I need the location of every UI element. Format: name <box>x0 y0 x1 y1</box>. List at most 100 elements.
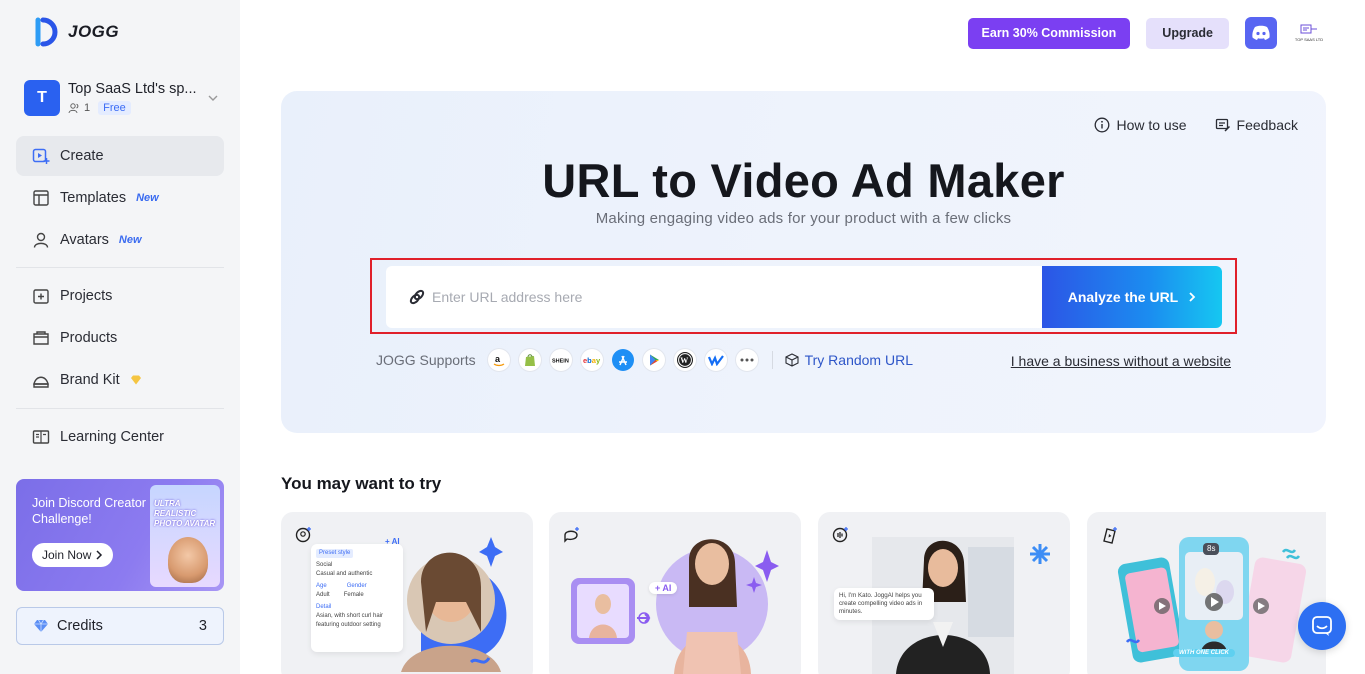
ai-avatar-illustration <box>571 539 779 674</box>
svg-text:SHEIN: SHEIN <box>552 359 569 365</box>
workspace-meta: 1 Free <box>68 101 206 115</box>
platform-icons: a SHEIN ebay W <box>487 349 758 371</box>
try-section-title: You may want to try <box>281 474 442 493</box>
feature-card-ai-avatar[interactable]: + AI <box>549 512 801 674</box>
sidebar-item-learning-center[interactable]: Learning Center <box>16 417 224 457</box>
sidebar-item-brand-kit[interactable]: Brand Kit <box>16 360 224 400</box>
sidebar-item-label: Products <box>60 330 118 346</box>
preset-social: Social <box>316 562 333 568</box>
preset-style-panel: Preset style Social Casual and authentic… <box>311 544 403 652</box>
premium-gem-icon <box>130 375 141 385</box>
templates-icon <box>33 190 49 206</box>
user-profile-logo[interactable]: TOP SAAS LTD <box>1293 17 1325 49</box>
feedback-label: Feedback <box>1236 117 1298 133</box>
feature-card-batch-video[interactable]: 8s WITH ONE CLICK <box>1087 512 1326 674</box>
company-logo-icon <box>1300 24 1317 34</box>
chevron-right-icon <box>96 550 103 560</box>
url-input[interactable] <box>432 277 1042 317</box>
no-website-link[interactable]: I have a business without a website <box>1011 353 1231 369</box>
sidebar-item-label: Avatars <box>60 232 109 248</box>
book-icon <box>32 430 50 444</box>
avatar-photo <box>168 537 208 583</box>
try-random-url-link[interactable]: Try Random URL <box>785 352 913 368</box>
analyze-url-button[interactable]: Analyze the URL <box>1042 266 1222 328</box>
app-root: JOGG T Top SaaS Ltd's sp... 1 Free Creat… <box>0 0 1365 674</box>
cube-icon <box>785 353 799 367</box>
avatar-speech-bubble: Hi, I'm Kato. JoggAI helps you create co… <box>834 588 934 620</box>
brand-kit-icon <box>33 376 49 388</box>
sidebar-item-products[interactable]: Products <box>16 318 224 358</box>
wordpress-icon: W <box>673 349 696 371</box>
analyze-url-label: Analyze the URL <box>1067 289 1179 305</box>
supports-label: JOGG Supports <box>376 352 476 368</box>
join-now-label: Join Now <box>42 548 92 562</box>
brand-name: JOGG <box>68 22 120 41</box>
workspace-name: Top SaaS Ltd's sp... <box>68 81 197 97</box>
preset-gender-value: Female <box>343 592 364 598</box>
nav-divider <box>16 267 224 268</box>
svg-text:W: W <box>680 356 688 365</box>
jogg-logo[interactable]: JOGG <box>32 16 119 48</box>
link-icon <box>409 289 425 305</box>
sidebar-item-label: Projects <box>60 288 113 304</box>
workspace-members: 1 <box>84 102 91 114</box>
hero-links: How to use Feedback <box>1094 117 1298 133</box>
members-icon <box>68 103 79 114</box>
sidebar-item-avatars[interactable]: Avatars New <box>16 220 224 260</box>
credits-panel[interactable]: Credits 3 <box>16 607 224 645</box>
discord-challenge-banner[interactable]: Join Discord Creator Challenge! Join Now… <box>16 479 224 591</box>
new-badge: New <box>136 192 159 204</box>
workspace-switcher[interactable]: T Top SaaS Ltd's sp... 1 Free <box>24 78 220 118</box>
support-chat-button[interactable] <box>1298 602 1346 650</box>
promo-title: Join Discord Creator Challenge! <box>32 496 146 526</box>
upgrade-button[interactable]: Upgrade <box>1146 17 1229 49</box>
preset-attributes: Age Gender <box>316 582 398 591</box>
amazon-icon: a <box>487 349 510 371</box>
feature-card-photo-avatar[interactable]: Preset style Social Casual and authentic… <box>281 512 533 674</box>
page-title: URL to Video Ad Maker <box>542 154 1065 207</box>
discord-button[interactable] <box>1245 17 1277 49</box>
join-now-button[interactable]: Join Now <box>32 543 114 567</box>
feedback-icon <box>1215 118 1230 132</box>
google-play-icon <box>642 349 665 371</box>
ebay-icon: ebay <box>580 349 603 371</box>
shein-icon: SHEIN <box>549 349 572 371</box>
sidebar-item-label: Templates <box>60 190 127 206</box>
promo-card-label: ULTRA REALISTIC PHOTO AVATAR <box>154 499 216 528</box>
webflow-icon <box>704 349 727 371</box>
workspace-info: Top SaaS Ltd's sp... 1 Free <box>68 81 206 115</box>
preset-style-label: Preset style <box>316 549 354 558</box>
svg-text:ebay: ebay <box>583 356 601 365</box>
avatar-icon <box>33 232 49 248</box>
more-icon[interactable] <box>735 349 758 371</box>
how-to-use-link[interactable]: How to use <box>1094 117 1187 133</box>
app-store-icon <box>611 349 634 371</box>
page-subtitle: Making engaging video ads for your produ… <box>595 210 1012 227</box>
preset-age-label: Age <box>316 583 327 589</box>
feature-card-talking-avatar[interactable]: Hi, I'm Kato. JoggAI helps you create co… <box>818 512 1070 674</box>
ai-tag: + AI <box>385 537 400 546</box>
feedback-link[interactable]: Feedback <box>1215 117 1298 133</box>
supports-divider <box>771 351 773 369</box>
info-icon <box>1095 117 1110 133</box>
earn-commission-button[interactable]: Earn 30% Commission <box>967 17 1131 49</box>
credits-label: Credits <box>57 618 103 634</box>
preset-age-value: Adult <box>316 592 330 598</box>
sidebar-item-projects[interactable]: Projects <box>16 276 224 316</box>
try-random-url-label: Try Random URL <box>804 352 913 368</box>
sidebar-item-templates[interactable]: Templates New <box>16 178 224 218</box>
sidebar-item-label: Create <box>60 148 104 164</box>
company-name: TOP SAAS LTD <box>1294 37 1324 42</box>
new-badge: New <box>118 234 142 246</box>
preset-detail-label: Detail <box>316 604 332 610</box>
how-to-use-label: How to use <box>1116 117 1187 133</box>
projects-icon <box>33 289 49 304</box>
plan-badge: Free <box>98 101 131 115</box>
svg-text:a: a <box>495 354 501 364</box>
shopify-icon <box>518 349 541 371</box>
chevron-right-icon <box>1189 292 1196 302</box>
workspace-avatar: T <box>24 80 60 116</box>
diamond-icon <box>34 619 48 632</box>
sidebar-item-create[interactable]: Create <box>16 136 224 176</box>
chevron-down-icon <box>208 95 218 101</box>
